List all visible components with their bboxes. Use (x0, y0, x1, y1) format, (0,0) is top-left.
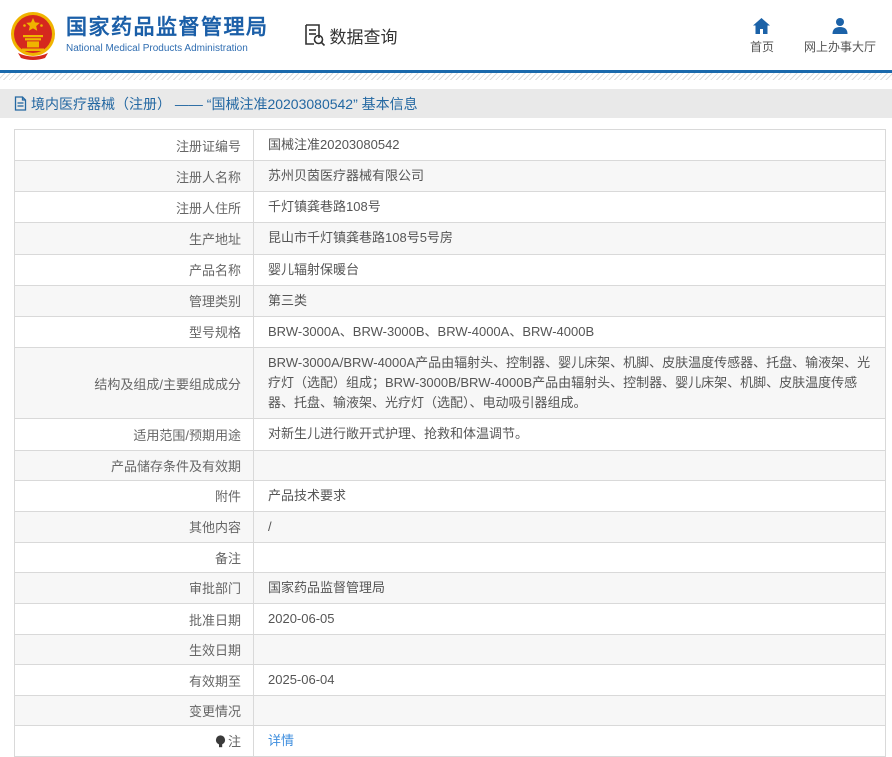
row-label: 管理类别 (14, 284, 254, 317)
row-label: 生效日期 (14, 634, 254, 666)
user-icon (831, 17, 849, 35)
row-label: 型号规格 (14, 315, 254, 348)
nav-home-label: 首页 (749, 40, 774, 54)
table-row: 注册人名称 苏州贝茵医疗器械有限公司 (14, 160, 886, 193)
row-label: 附件 (14, 479, 254, 512)
row-value: 对新生儿进行敞开式护理、抢救和体温调节。 (253, 418, 886, 451)
table-row: 生效日期 (14, 634, 886, 666)
row-value: 国家药品监督管理局 (253, 571, 886, 604)
table-row: 变更情况 (14, 695, 886, 727)
row-value (253, 449, 886, 481)
row-label: 注册证编号 (14, 128, 254, 162)
document-search-icon (303, 23, 326, 47)
row-value: 第三类 (253, 284, 886, 317)
hatched-band (0, 73, 892, 80)
row-label: 备注 (14, 541, 254, 573)
site-subtitle: National Medical Products Administration (66, 42, 248, 54)
row-label: 有效期至 (14, 664, 254, 697)
row-value: 详情 (253, 725, 886, 757)
table-row: 生产地址 昆山市千灯镇龚巷路108号5号房 (14, 222, 886, 255)
row-value (253, 634, 886, 666)
row-value: 昆山市千灯镇龚巷路108号5号房 (253, 222, 886, 255)
nav-service-hall[interactable]: 网上办事大厅 (804, 17, 876, 53)
table-row: 注详情 (14, 725, 886, 757)
nav-service-hall-label: 网上办事大厅 (803, 40, 876, 54)
table-row: 备注 (14, 541, 886, 573)
table-row: 批准日期 2020-06-05 (14, 602, 886, 636)
table-row: 注册人住所 千灯镇龚巷路108号 (14, 191, 886, 224)
row-label: 产品名称 (14, 253, 254, 286)
home-icon (752, 17, 771, 35)
row-value: BRW-3000A/BRW-4000A产品由辐射头、控制器、婴儿床架、机脚、皮肤… (253, 346, 886, 420)
header-nav: 首页 网上办事大厅 (750, 17, 892, 53)
data-query-tab[interactable]: 数据查询 (303, 23, 398, 48)
detail-link[interactable]: 详情 (268, 733, 294, 748)
row-label: 产品储存条件及有效期 (14, 449, 254, 481)
row-value: 苏州贝茵医疗器械有限公司 (253, 160, 886, 193)
site-header: 国家药品监督管理局 National Medical Products Admi… (0, 0, 892, 70)
note-icon (215, 735, 226, 751)
row-value: 婴儿辐射保暖台 (253, 253, 886, 286)
row-value: 千灯镇龚巷路108号 (253, 191, 886, 224)
table-row: 型号规格 BRW-3000A、BRW-3000B、BRW-4000A、BRW-40… (14, 315, 886, 348)
row-value (253, 541, 886, 573)
row-value: 国械注准20203080542 (253, 128, 886, 162)
breadcrumb: 境内医疗器械（注册） —— “国械注准20203080542” 基本信息 (0, 89, 892, 118)
nav-home[interactable]: 首页 (750, 17, 774, 53)
row-label: 审批部门 (14, 571, 254, 604)
table-row: 注册证编号 国械注准20203080542 (14, 128, 886, 162)
document-icon (14, 96, 27, 111)
table-row: 其他内容 / (14, 510, 886, 543)
row-label: 变更情况 (14, 695, 254, 727)
row-value: 2025-06-04 (253, 664, 886, 697)
table-row: 结构及组成/主要组成成分 BRW-3000A/BRW-4000A产品由辐射头、控制… (14, 346, 886, 420)
table-row: 有效期至 2025-06-04 (14, 664, 886, 697)
table-row: 附件 产品技术要求 (14, 479, 886, 512)
row-label: 注册人住所 (14, 191, 254, 224)
row-label: 注 (14, 725, 254, 757)
row-value (253, 695, 886, 727)
site-title: 国家药品监督管理局 (66, 16, 269, 40)
table-row: 产品名称 婴儿辐射保暖台 (14, 253, 886, 286)
row-label: 注册人名称 (14, 160, 254, 193)
data-query-label: 数据查询 (329, 27, 398, 47)
row-label: 批准日期 (14, 602, 254, 636)
table-row: 产品储存条件及有效期 (14, 449, 886, 481)
national-emblem-logo (10, 10, 56, 60)
row-label: 适用范围/预期用途 (14, 418, 254, 451)
table-row: 管理类别 第三类 (14, 284, 886, 317)
row-label: 结构及组成/主要组成成分 (14, 346, 254, 420)
row-value: 2020-06-05 (253, 602, 886, 636)
logo-text: 国家药品监督管理局 National Medical Products Admi… (66, 16, 269, 53)
row-label: 生产地址 (14, 222, 254, 255)
table-row: 适用范围/预期用途 对新生儿进行敞开式护理、抢救和体温调节。 (14, 418, 886, 451)
row-value: BRW-3000A、BRW-3000B、BRW-4000A、BRW-4000B (253, 315, 886, 348)
row-value: / (253, 510, 886, 543)
row-label: 其他内容 (14, 510, 254, 543)
breadcrumb-text: 境内医疗器械（注册） —— “国械注准20203080542” 基本信息 (31, 95, 418, 112)
row-value: 产品技术要求 (253, 479, 886, 512)
table-row: 审批部门 国家药品监督管理局 (14, 571, 886, 604)
